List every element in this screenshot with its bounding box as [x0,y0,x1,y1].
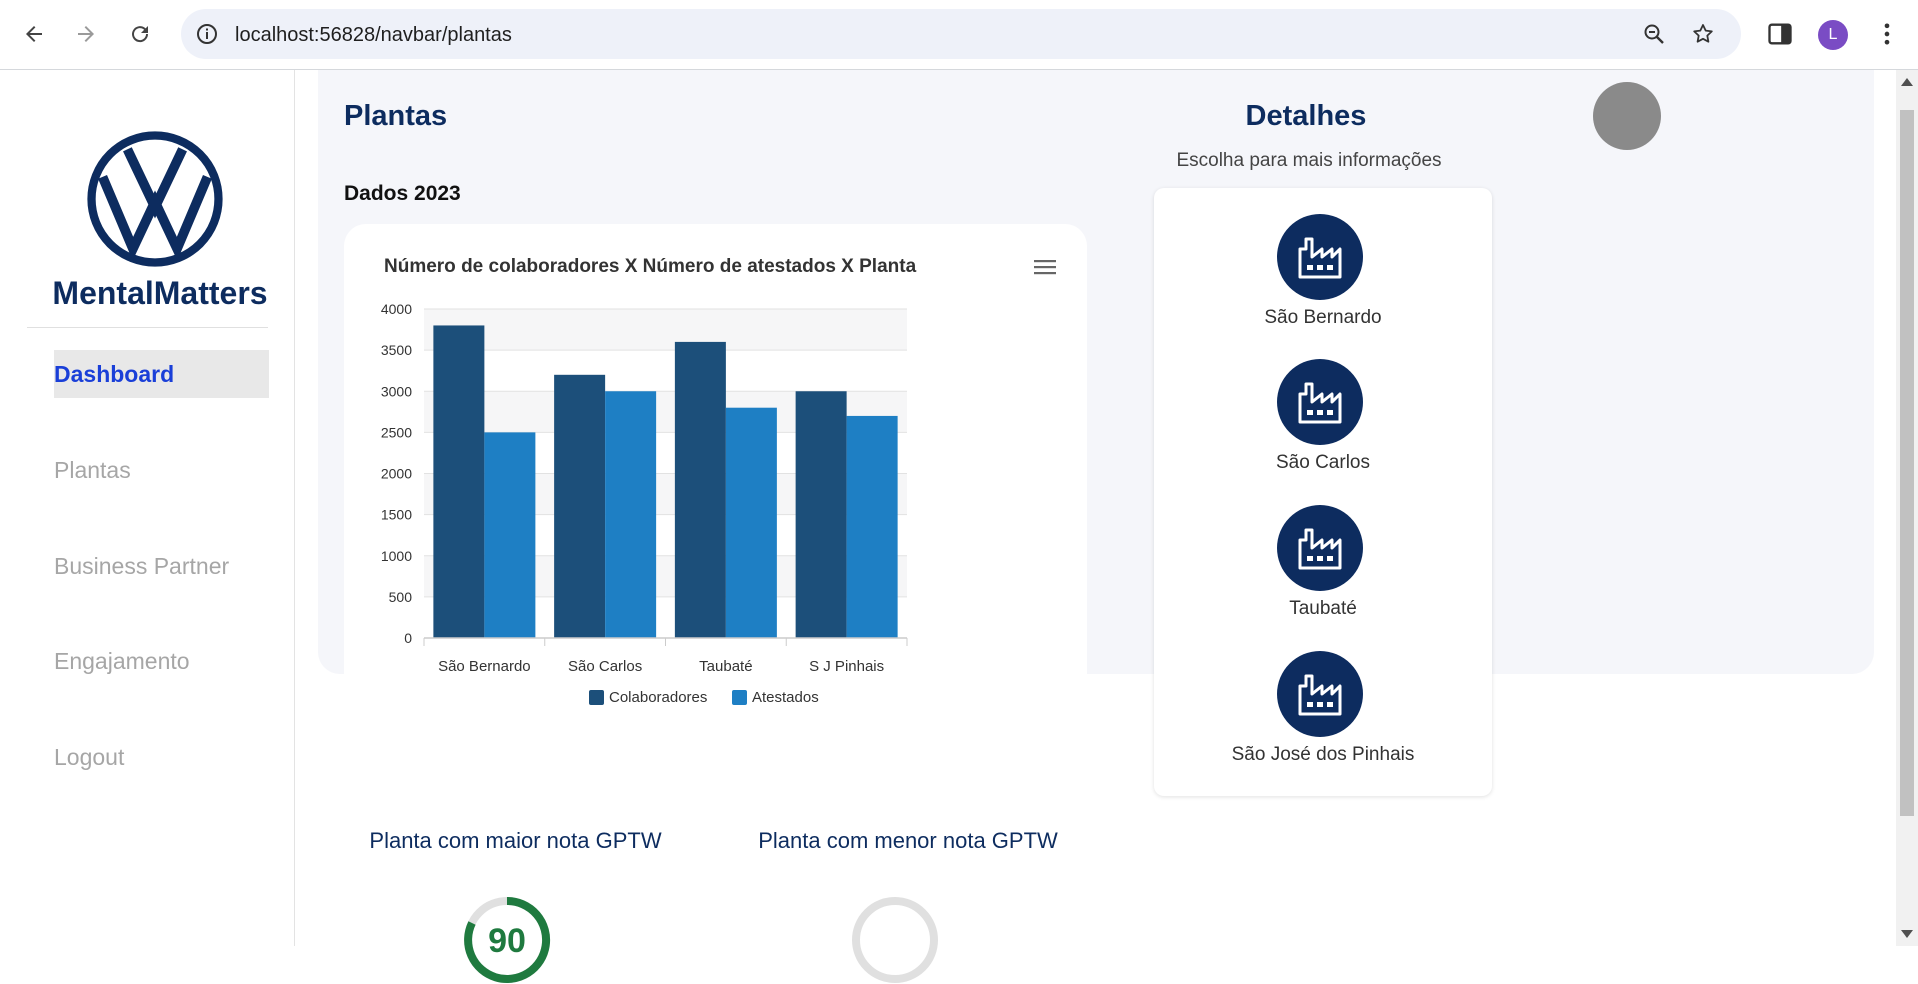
menu-dots-icon[interactable] [1873,20,1901,48]
brand-name: MentalMatters [52,275,268,311]
back-button[interactable] [14,14,54,54]
forward-button[interactable] [66,14,106,54]
x-tick-label: S J Pinhais [809,658,884,675]
plant-name[interactable]: São Bernardo [1154,307,1492,329]
y-tick-label: 1500 [381,507,412,523]
factory-icon[interactable] [1277,214,1363,300]
gptw-highest-title: Planta com maior nota GPTW [369,828,662,853]
bookmark-star-icon[interactable] [1691,22,1715,46]
factory-icon[interactable] [1277,651,1363,737]
page-scrollbar[interactable] [1896,70,1918,946]
page-title: Plantas [344,100,448,132]
details-subtitle: Escolha para mais informações [1176,150,1442,171]
gptw-lowest-gauge [852,897,938,983]
chart-card: Número de colaboradores X Número de ates… [344,224,1087,764]
bar-atestados[interactable] [484,432,536,638]
y-tick-label: 2000 [381,466,412,482]
y-tick-label: 4000 [381,301,412,317]
gptw-highest-value: 90 [488,922,526,960]
sidebar-item-business-partner[interactable]: Business Partner [54,542,269,590]
user-avatar-placeholder[interactable] [1593,82,1661,150]
reload-icon [132,26,149,43]
plant-name[interactable]: São José dos Pinhais [1154,744,1492,766]
sidebar-item-engajamento[interactable]: Engajamento [54,637,269,685]
grid-band [424,309,907,351]
chart-title: Número de colaboradores X Número de ates… [384,256,917,277]
zoom-icon[interactable] [1642,22,1666,46]
gptw-highest-card: Planta com maior nota GPTW 90 [344,784,687,984]
factory-glyph [1298,528,1342,570]
y-tick-label: 3500 [381,342,412,358]
bar-colaboradores[interactable] [674,341,726,638]
bar-colaboradores[interactable] [554,374,606,638]
main-content: Plantas Dados 2023 Número de colaborador… [296,70,1896,984]
legend-swatch[interactable] [589,690,604,705]
details-card: São Bernardo São Carlos Taubaté São José… [1154,188,1492,796]
gptw-lowest-card: Planta com menor nota GPTW [729,784,1087,984]
plant-item-taubate[interactable]: Taubaté [1154,505,1492,635]
x-tick-label: São Carlos [568,658,642,675]
sidebar-item-plantas[interactable]: Plantas [54,446,269,494]
url-text: localhost:56828/navbar/plantas [235,24,512,46]
reload-button[interactable] [120,14,160,54]
section-subtitle: Dados 2023 [344,182,461,205]
factory-icon[interactable] [1277,359,1363,445]
plant-item-sao-jose-dos-pinhais[interactable]: São José dos Pinhais [1154,651,1492,781]
factory-icon[interactable] [1277,505,1363,591]
bar-atestados[interactable] [725,407,777,638]
bar-colaboradores[interactable] [433,325,485,638]
y-tick-label: 2500 [381,424,412,440]
browser-toolbar: localhost:56828/navbar/plantas L [0,0,1918,70]
address-bar[interactable]: localhost:56828/navbar/plantas [181,9,1741,59]
y-tick-label: 500 [389,589,413,605]
bar-atestados[interactable] [605,391,657,638]
bar-chart: Número de colaboradores X Número de ates… [381,256,1056,706]
legend-label[interactable]: Atestados [752,689,819,706]
gptw-lowest-title: Planta com menor nota GPTW [758,828,1058,853]
sidebar-item-dashboard[interactable]: Dashboard [54,350,269,398]
sidebar: MentalMatters Dashboard Plantas Business… [0,70,295,946]
vw-logo-icon [87,131,223,267]
divider [27,327,268,328]
chart-menu-icon[interactable] [1034,260,1056,275]
details-title: Detalhes [1245,100,1367,132]
x-tick-label: São Bernardo [438,658,531,675]
x-tick-label: Taubaté [699,658,752,675]
legend-label[interactable]: Colaboradores [609,689,707,706]
y-tick-label: 1000 [381,548,412,564]
plant-name[interactable]: São Carlos [1154,452,1492,474]
scroll-thumb[interactable] [1900,110,1914,816]
side-panel-icon[interactable] [1766,20,1794,48]
scroll-down-arrow[interactable] [1901,930,1913,938]
arrow-right-icon [78,26,94,42]
info-icon[interactable] [195,22,219,46]
factory-glyph [1298,237,1342,279]
bar-colaboradores[interactable] [795,391,847,638]
profile-avatar[interactable]: L [1818,20,1848,50]
plant-item-sao-carlos[interactable]: São Carlos [1154,359,1492,489]
arrow-left-icon [26,26,42,42]
factory-glyph [1298,382,1342,424]
y-tick-label: 0 [404,630,412,646]
sidebar-item-logout[interactable]: Logout [54,733,269,781]
y-tick-label: 3000 [381,383,412,399]
gptw-highest-gauge: 90 [464,897,551,983]
legend-swatch[interactable] [732,690,747,705]
bar-atestados[interactable] [846,415,898,638]
factory-glyph [1298,674,1342,716]
plant-item-sao-bernardo[interactable]: São Bernardo [1154,214,1492,344]
plant-name[interactable]: Taubaté [1154,598,1492,620]
scroll-up-arrow[interactable] [1901,78,1913,86]
